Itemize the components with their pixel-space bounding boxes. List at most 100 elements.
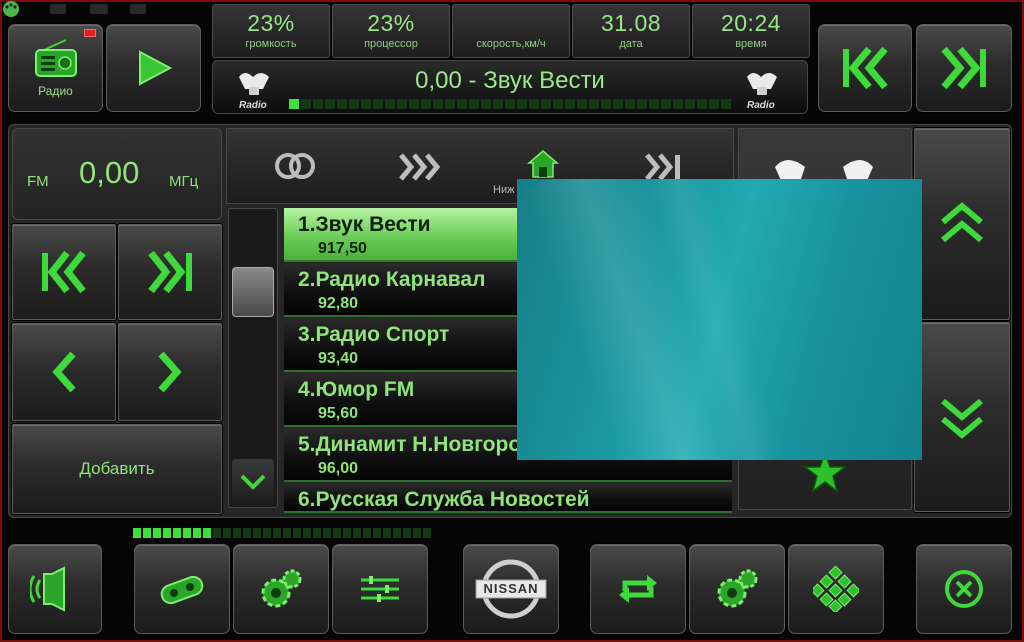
- apps-grid-button[interactable]: [788, 544, 884, 634]
- level-segment: [685, 99, 695, 109]
- station-list-scrollbar[interactable]: [228, 208, 278, 508]
- chevron-down-icon: [240, 474, 266, 490]
- close-button[interactable]: [916, 544, 1012, 634]
- gears-icon: [261, 569, 302, 608]
- level-segment: [133, 528, 141, 538]
- gears-icon: [717, 569, 758, 608]
- station-name: 4.Юмор FM: [298, 378, 415, 401]
- level-segment: [721, 99, 731, 109]
- stat-value: 23%: [367, 10, 415, 36]
- level-segment: [323, 528, 331, 538]
- level-segment: [203, 528, 211, 538]
- level-segment: [273, 528, 281, 538]
- station-name: 3.Радио Спорт: [298, 323, 450, 346]
- double-chevron-right-icon: [941, 46, 986, 90]
- level-segment: [589, 99, 599, 109]
- close-icon: [945, 570, 983, 608]
- level-segment: [421, 99, 431, 109]
- level-segment: [469, 99, 479, 109]
- level-segment: [361, 99, 371, 109]
- level-segment: [517, 99, 527, 109]
- stat-box: скорость,км/ч: [452, 4, 570, 58]
- level-segment: [293, 528, 301, 538]
- page-down-button[interactable]: [914, 322, 1010, 512]
- nissan-logo-text: NISSAN: [483, 581, 539, 596]
- link-icon: [160, 575, 204, 605]
- radio-source-label: Радио: [38, 84, 73, 98]
- level-segment: [289, 99, 299, 109]
- step-forward-button[interactable]: [118, 323, 222, 421]
- equalizer-button[interactable]: [332, 544, 428, 634]
- level-segment: [457, 99, 467, 109]
- level-segment: [353, 528, 361, 538]
- equalizer-icon: [361, 576, 399, 602]
- volume-button[interactable]: [8, 544, 102, 634]
- stat-box: 23% процессор: [332, 4, 450, 58]
- level-segment: [505, 99, 515, 109]
- stat-value: [453, 10, 569, 37]
- station-list-item[interactable]: 6.Русская Служба Новостей: [284, 483, 732, 513]
- advanced-settings-button[interactable]: [689, 544, 785, 634]
- level-segment: [283, 528, 291, 538]
- add-station-button[interactable]: Добавить: [12, 424, 222, 514]
- seek-forward-button[interactable]: [118, 224, 222, 320]
- link-button[interactable]: [134, 544, 230, 634]
- stat-value: 31.08: [600, 10, 662, 36]
- double-chevron-down-icon: [941, 398, 983, 439]
- status-indicator: [84, 29, 96, 37]
- level-segment: [613, 99, 623, 109]
- level-segment: [481, 99, 491, 109]
- play-icon: [138, 50, 172, 86]
- level-segment: [263, 528, 271, 538]
- level-segment: [423, 528, 431, 538]
- level-segment: [383, 528, 391, 538]
- previous-track-button[interactable]: [818, 24, 912, 112]
- level-segment: [303, 528, 311, 538]
- step-back-button[interactable]: [12, 323, 116, 421]
- level-segment: [577, 99, 587, 109]
- level-segment: [183, 528, 191, 538]
- seek-back-button[interactable]: [12, 224, 116, 320]
- scrollbar-thumb[interactable]: [232, 267, 274, 317]
- level-segment: [233, 528, 241, 538]
- level-segment: [709, 99, 719, 109]
- station-name: 1.Звук Вести: [298, 213, 431, 236]
- stat-box: 20:24 время: [692, 4, 810, 58]
- double-chevron-left-icon: [843, 46, 888, 90]
- scan-next-icon[interactable]: [643, 153, 687, 181]
- repeat-button[interactable]: [590, 544, 686, 634]
- nissan-home-button[interactable]: NISSAN: [463, 544, 559, 634]
- level-segment: [403, 528, 411, 538]
- level-segment: [493, 99, 503, 109]
- page-up-button[interactable]: [914, 128, 1010, 320]
- stat-label: скорость,км/ч: [476, 38, 546, 50]
- frequency-display: FM 0,00 МГц: [12, 128, 222, 220]
- scroll-down-button[interactable]: [232, 459, 274, 505]
- level-segment: [637, 99, 647, 109]
- level-segment: [697, 99, 707, 109]
- now-playing-level-meter: [289, 99, 733, 109]
- stereo-icon[interactable]: [273, 151, 317, 181]
- play-button[interactable]: [106, 24, 201, 112]
- level-segment: [337, 99, 347, 109]
- level-segment: [163, 528, 171, 538]
- level-segment: [325, 99, 335, 109]
- station-frequency: 92,80: [318, 295, 359, 312]
- add-station-label: Добавить: [79, 459, 155, 478]
- radio-icon: [34, 39, 77, 77]
- station-name: 2.Радио Карнавал: [298, 268, 486, 291]
- level-segment: [253, 528, 261, 538]
- level-segment: [193, 528, 201, 538]
- home-icon[interactable]: [527, 149, 559, 179]
- double-chevron-right-icon: [148, 250, 192, 294]
- settings-button[interactable]: [233, 544, 329, 634]
- level-segment: [413, 528, 421, 538]
- level-segment: [313, 99, 323, 109]
- speaker-icon: [30, 566, 65, 612]
- stat-value: 23%: [247, 10, 295, 36]
- next-track-button[interactable]: [916, 24, 1012, 112]
- radio-source-button[interactable]: Радио: [8, 24, 103, 112]
- level-segment: [673, 99, 683, 109]
- scan-forward-icon[interactable]: [397, 153, 447, 181]
- level-segment: [565, 99, 575, 109]
